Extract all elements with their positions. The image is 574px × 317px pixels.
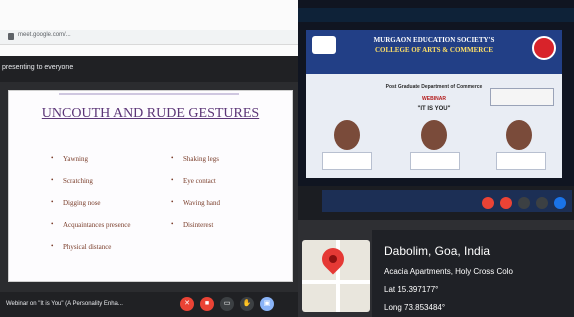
college-logo <box>312 36 336 54</box>
slide-bullet: Acquaintances presence <box>49 220 130 243</box>
present-icon[interactable] <box>554 197 566 209</box>
meet-photo-panel: meet.google.com/... presenting to everyo… <box>0 0 298 317</box>
poster-header: MURGAON EDUCATION SOCIETY'S COLLEGE OF A… <box>306 30 562 74</box>
location-latitude: Lat 15.397177° <box>384 285 439 294</box>
camera-icon[interactable] <box>500 197 512 209</box>
camera-off-button[interactable]: ■ <box>200 297 214 311</box>
mic-off-icon: ✕ <box>184 300 190 307</box>
captions-icon[interactable] <box>518 197 530 209</box>
camera-off-icon: ■ <box>204 300 210 307</box>
meet-control-bar: Webinar on "It is You" (A Personality En… <box>0 292 298 317</box>
slide-bullet: Eye contact <box>169 176 220 199</box>
meeting-title: Webinar on "It is You" (A Personality En… <box>6 301 123 307</box>
captions-button[interactable]: ▭ <box>220 297 234 311</box>
speaker-photo <box>421 120 447 150</box>
poster-organisation: MURGAON EDUCATION SOCIETY'S <box>373 36 495 44</box>
pin-center <box>327 253 339 265</box>
location-map-thumbnail <box>302 240 370 312</box>
emblem-logo <box>532 36 556 60</box>
url-text[interactable]: meet.google.com/... <box>18 32 71 38</box>
presenting-banner: presenting to everyone <box>0 56 298 82</box>
presentation-slide: UNCOUTH AND RUDE GESTURES Yawning Scratc… <box>8 90 293 282</box>
map-pin-icon <box>317 243 349 275</box>
mic-off-button[interactable]: ✕ <box>180 297 194 311</box>
present-button[interactable]: ▣ <box>260 297 274 311</box>
laptop-taskbar <box>298 186 574 220</box>
hand-icon: ✋ <box>242 300 252 307</box>
raise-hand-button[interactable]: ✋ <box>240 297 254 311</box>
captions-icon: ▭ <box>223 300 231 307</box>
slide-bullet: Disinterest <box>169 220 220 243</box>
speaker-photo <box>506 120 532 150</box>
poster-theme: "IT IS YOU" <box>417 106 451 112</box>
slide-title: UNCOUTH AND RUDE GESTURES <box>41 106 260 121</box>
slide-bullet: Shaking legs <box>169 154 220 177</box>
hand-icon[interactable] <box>536 197 548 209</box>
slide-list-left: Yawning Scratching Digging nose Acquaint… <box>49 154 130 265</box>
webinar-poster: MURGAON EDUCATION SOCIETY'S COLLEGE OF A… <box>306 30 562 178</box>
slide-list-right: Shaking legs Eye contact Waving hand Dis… <box>169 154 220 243</box>
meet-toolbar-window <box>322 190 572 212</box>
slide-bullet: Digging nose <box>49 198 130 221</box>
slide-bullet: Yawning <box>49 154 130 177</box>
gps-stamp: Dabolim, Goa, India Acacia Apartments, H… <box>372 230 574 317</box>
browser-address-bar[interactable]: meet.google.com/... <box>0 30 298 45</box>
laptop-screen: MURGAON EDUCATION SOCIETY'S COLLEGE OF A… <box>298 0 574 186</box>
presenting-text: presenting to everyone <box>2 64 74 71</box>
poster-college: COLLEGE OF ARTS & COMMERCE <box>374 46 494 54</box>
lock-icon <box>8 33 14 40</box>
present-icon: ▣ <box>263 300 271 307</box>
location-city: Dabolim, Goa, India <box>384 244 491 258</box>
slide-header-line <box>59 93 239 95</box>
slide-bullet: Waving hand <box>169 198 220 221</box>
speaker-photo <box>334 120 360 150</box>
location-address: Acacia Apartments, Holy Cross Colo <box>384 267 513 276</box>
poster-photo-panel: MURGAON EDUCATION SOCIETY'S COLLEGE OF A… <box>298 0 574 317</box>
speaker-caption <box>322 152 372 170</box>
poster-date-box <box>490 88 554 106</box>
location-longitude: Long 73.853484° <box>384 303 446 312</box>
slide-bullet: Scratching <box>49 176 130 199</box>
speaker-caption <box>410 152 460 170</box>
mic-icon[interactable] <box>482 197 494 209</box>
speaker-caption <box>496 152 546 170</box>
window-titlebar <box>298 8 574 22</box>
slide-bullet: Physical distance <box>49 242 130 265</box>
